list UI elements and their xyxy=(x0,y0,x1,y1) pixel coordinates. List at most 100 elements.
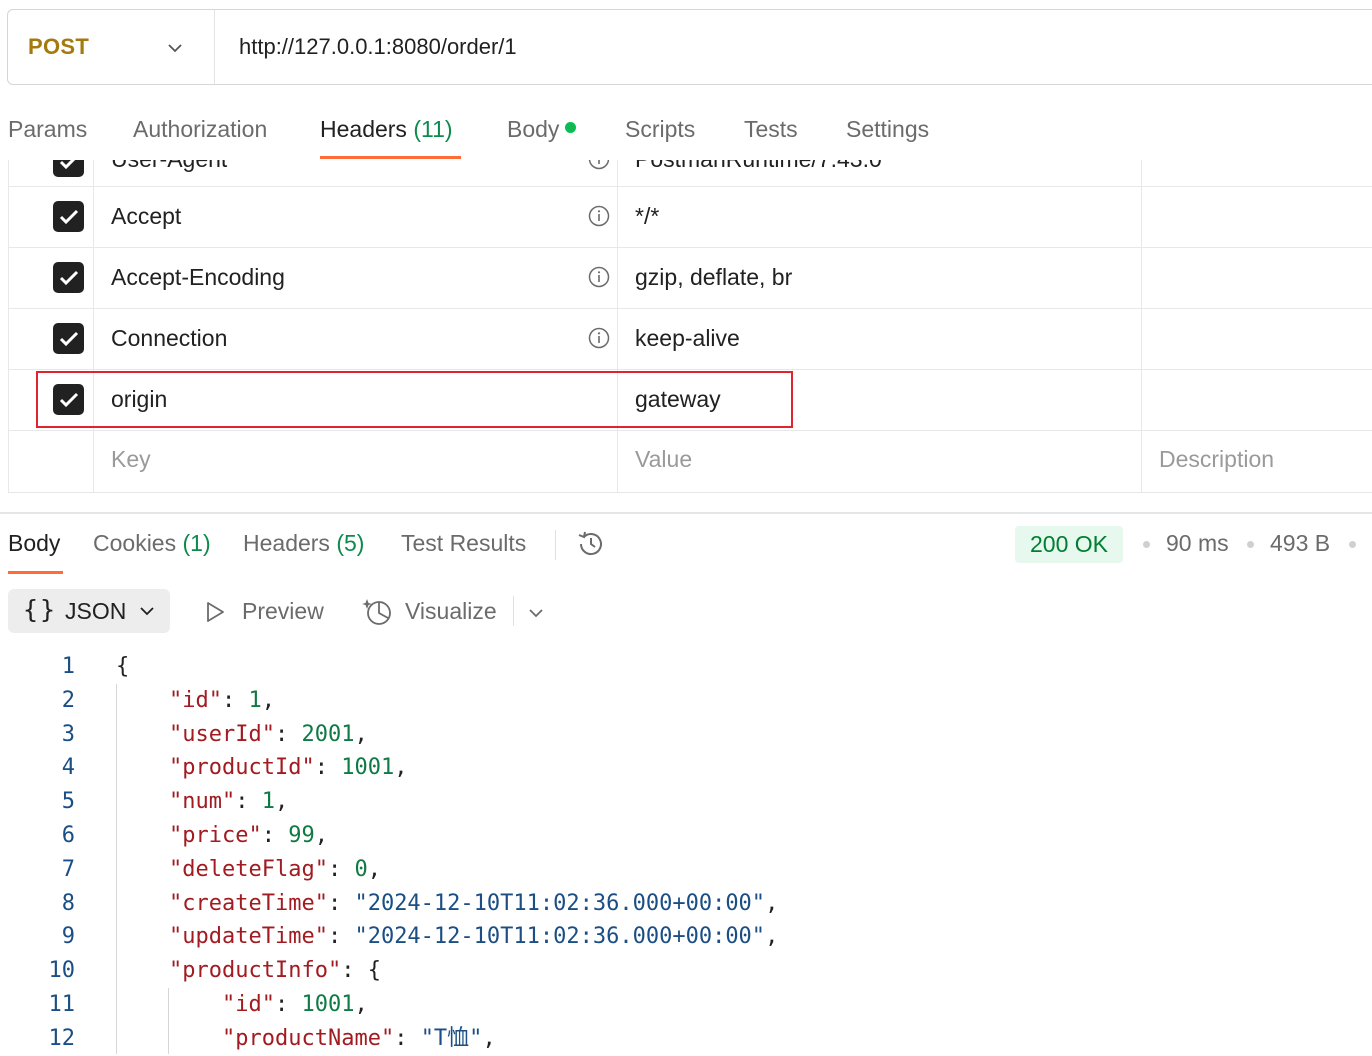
row-checkbox[interactable] xyxy=(53,201,84,232)
code-line: 11 "id": 1001, xyxy=(0,988,1372,1022)
code-text: "createTime": "2024-12-10T11:02:36.000+0… xyxy=(169,890,779,916)
line-number: 12 xyxy=(48,1025,76,1051)
table-row: Connection keep-alive xyxy=(9,309,1372,370)
header-key[interactable]: User-Agent xyxy=(111,160,227,173)
response-time[interactable]: 90 ms xyxy=(1166,530,1229,557)
status-badge[interactable]: 200 OK xyxy=(1015,526,1123,563)
code-line: 10 "productInfo": { xyxy=(0,954,1372,988)
code-line: 8 "createTime": "2024-12-10T11:02:36.000+… xyxy=(0,887,1372,921)
json-value: 1 xyxy=(248,687,262,713)
code-line: 5 "num": 1, xyxy=(0,785,1372,819)
tab-settings[interactable]: Settings xyxy=(846,116,929,143)
tab-headers[interactable]: Headers (11) xyxy=(320,116,453,143)
code-line: 3 "userId": 2001, xyxy=(0,718,1372,752)
tab-headers-count: (11) xyxy=(413,116,453,142)
headers-count: (5) xyxy=(336,530,365,556)
code-line: 4 "productId": 1001, xyxy=(0,751,1372,785)
code-text: { xyxy=(116,650,129,684)
chevron-down-icon xyxy=(168,44,182,53)
code-text: "price": 99, xyxy=(169,823,328,848)
info-icon[interactable] xyxy=(588,160,610,170)
json-value: "T恤" xyxy=(420,1025,483,1051)
json-value: 99 xyxy=(288,823,315,848)
tab-params[interactable]: Params xyxy=(8,116,87,143)
header-value[interactable]: gzip, deflate, br xyxy=(635,264,792,291)
response-size[interactable]: 493 B xyxy=(1270,530,1330,557)
line-number: 6 xyxy=(61,823,75,848)
line-number: 1 xyxy=(61,654,75,679)
line-number: 8 xyxy=(61,890,75,916)
method-label: POST xyxy=(28,34,90,59)
response-tab-test-results[interactable]: Test Results xyxy=(401,530,526,557)
json-key: "productId" xyxy=(169,755,315,781)
json-key: "id" xyxy=(169,687,222,713)
history-icon[interactable] xyxy=(575,528,607,560)
code-text: "productId": 1001, xyxy=(169,755,408,781)
line-number: 2 xyxy=(61,687,75,713)
json-key: "productInfo" xyxy=(169,958,342,984)
code-text: "id": 1, xyxy=(169,687,275,713)
url-input[interactable] xyxy=(239,34,1139,60)
info-icon[interactable] xyxy=(588,266,610,288)
tab-scripts[interactable]: Scripts xyxy=(625,116,695,143)
line-number: 7 xyxy=(61,856,75,882)
line-number: 10 xyxy=(48,958,76,984)
check-icon xyxy=(59,270,78,285)
json-key: "id" xyxy=(222,992,275,1017)
code-line: 12 "productName": "T恤", xyxy=(0,1022,1372,1056)
preview-button[interactable]: Preview xyxy=(242,598,324,625)
table-row: Accept-Encoding gzip, deflate, br xyxy=(9,248,1372,309)
response-tab-cookies[interactable]: Cookies (1) xyxy=(93,530,211,557)
header-key[interactable]: Connection xyxy=(111,325,227,352)
check-icon xyxy=(59,209,78,224)
info-icon[interactable] xyxy=(588,327,610,349)
code-text: "deleteFlag": 0, xyxy=(169,856,381,882)
row-checkbox[interactable] xyxy=(53,262,84,293)
tab-headers-label: Headers xyxy=(320,116,407,142)
code-line: 1{ xyxy=(0,650,1372,684)
visualize-button[interactable]: Visualize xyxy=(405,598,497,625)
code-line: 6 "price": 99, xyxy=(0,819,1372,853)
line-number: 9 xyxy=(61,924,75,950)
header-key[interactable]: Accept xyxy=(111,203,181,230)
code-token: { xyxy=(116,654,130,679)
row-checkbox[interactable] xyxy=(53,160,84,177)
info-icon[interactable] xyxy=(588,205,610,227)
json-key: "updateTime" xyxy=(169,924,328,950)
header-value[interactable]: PostmanRuntime/7.43.0 xyxy=(635,160,882,173)
description-placeholder[interactable]: Description xyxy=(1159,446,1274,473)
json-key: "price" xyxy=(169,823,262,848)
json-key: "userId" xyxy=(169,721,275,747)
check-icon xyxy=(59,160,75,169)
format-label: JSON xyxy=(65,598,127,624)
tab-authorization[interactable]: Authorization xyxy=(133,116,267,143)
method-selector[interactable]: POST xyxy=(8,10,215,84)
meta-separator xyxy=(1349,541,1356,548)
key-placeholder[interactable]: Key xyxy=(111,446,151,473)
line-number: 5 xyxy=(61,789,75,815)
row-checkbox[interactable] xyxy=(53,323,84,354)
response-tab-body[interactable]: Body xyxy=(8,530,60,557)
format-selector[interactable]: {} JSON xyxy=(8,589,170,633)
table-row: User-Agent PostmanRuntime/7.43.0 xyxy=(9,160,1372,187)
header-key[interactable]: Accept-Encoding xyxy=(111,264,285,291)
value-placeholder[interactable]: Value xyxy=(635,446,692,473)
json-key: "createTime" xyxy=(169,890,328,916)
code-text: "id": 1001, xyxy=(222,992,368,1017)
separator xyxy=(513,596,514,626)
code-text: "num": 1, xyxy=(169,789,289,815)
tab-body[interactable]: Body xyxy=(507,116,577,143)
header-value[interactable]: */* xyxy=(635,203,659,230)
pane-divider xyxy=(0,512,1372,514)
response-tab-headers[interactable]: Headers (5) xyxy=(243,530,364,557)
json-value: "2024-12-10T11:02:36.000+00:00" xyxy=(354,890,766,916)
chevron-down-icon[interactable] xyxy=(527,604,545,622)
json-value: "2024-12-10T11:02:36.000+00:00" xyxy=(354,924,766,950)
table-row: Accept */* xyxy=(9,187,1372,248)
line-number: 3 xyxy=(61,721,75,747)
header-value[interactable]: keep-alive xyxy=(635,325,740,352)
code-line: 9 "updateTime": "2024-12-10T11:02:36.000+… xyxy=(0,920,1372,954)
active-tab-underline xyxy=(320,156,461,159)
highlight-box xyxy=(36,371,793,428)
tab-tests[interactable]: Tests xyxy=(744,116,798,143)
